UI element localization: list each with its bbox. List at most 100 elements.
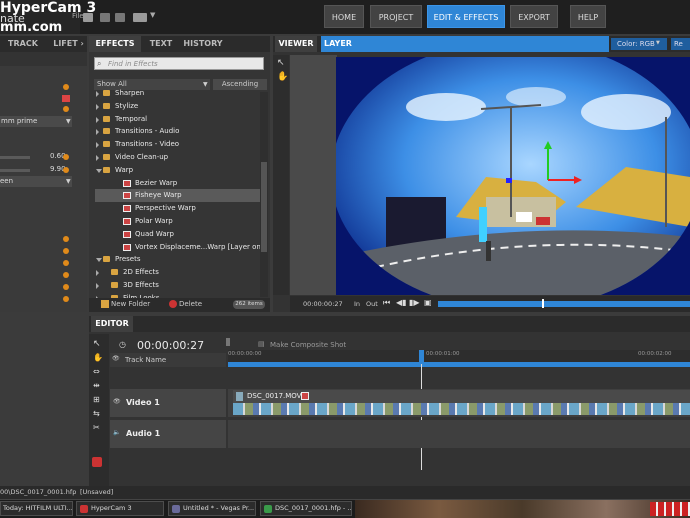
make-composite-button[interactable]: Make Composite Shot (270, 341, 346, 349)
chevron-down-icon[interactable]: ▼ (66, 178, 71, 185)
expand-icon[interactable] (96, 270, 99, 277)
razor-tool-icon[interactable]: ✂ (93, 423, 100, 432)
tab-viewer[interactable]: VIEWER (275, 36, 317, 52)
tab-editor[interactable]: EDITOR (91, 316, 133, 332)
effect-list-item[interactable]: Perspective Warp (95, 202, 260, 215)
new-folder-button[interactable]: New Folder (111, 300, 150, 308)
expand-icon[interactable] (96, 91, 99, 97)
step-back-icon[interactable]: ◀▮ (396, 298, 407, 307)
tab-text[interactable]: TEXT (143, 36, 179, 52)
taskbar-item[interactable]: DSC_0017_0001.hfp - ... (260, 501, 352, 516)
redo-icon[interactable] (115, 13, 125, 22)
expand-icon[interactable] (96, 155, 99, 161)
nav-help[interactable]: HELP (570, 5, 606, 28)
keyframe-icon[interactable] (63, 236, 69, 242)
chevron-down-icon[interactable]: ▼ (656, 40, 660, 46)
expand-icon[interactable] (96, 142, 99, 149)
video-clip-header[interactable]: DSC_0017.MOV (233, 390, 690, 403)
expand-icon[interactable] (96, 129, 99, 136)
resolution-select[interactable]: Re (671, 38, 690, 50)
layer-select[interactable]: mm prime (0, 116, 72, 127)
effect-list-item[interactable]: Temporal (95, 113, 260, 126)
effect-list-item[interactable]: Transitions - Video (95, 138, 260, 151)
marker-icon[interactable] (226, 338, 230, 346)
keyframe-icon[interactable] (63, 272, 69, 278)
eye-icon[interactable]: 👁 (113, 398, 121, 405)
file-menu[interactable]: File (72, 12, 84, 20)
composite-icon[interactable]: ▤ (258, 340, 265, 348)
video-frame[interactable] (336, 57, 690, 295)
keyframe-icon[interactable] (63, 296, 69, 302)
chevron-down-icon[interactable]: ▼ (150, 11, 155, 19)
nav-home[interactable]: HOME (324, 5, 364, 28)
workspace-icon[interactable] (133, 13, 147, 22)
effect-list-item[interactable]: Polar Warp (95, 215, 260, 228)
undo-icon[interactable] (100, 13, 110, 22)
effect-list-item[interactable]: Warp (95, 164, 260, 177)
loop-icon[interactable]: ▣ (424, 298, 432, 307)
delete-icon[interactable] (169, 300, 177, 308)
effect-list-item[interactable]: Presets (95, 253, 260, 266)
effect-list-item[interactable]: Vortex Displaceme...Warp [Layer only] (95, 241, 260, 254)
viewer-scrubber[interactable] (438, 301, 690, 307)
hand-tool-icon[interactable]: ✋ (93, 353, 103, 362)
select-tool-icon[interactable]: ↖ (93, 339, 101, 349)
effect-list-item[interactable]: 2D Effects (95, 266, 260, 279)
taskbar-item[interactable]: Untitled * - Vegas Pr... (168, 501, 256, 516)
nav-project[interactable]: PROJECT (370, 5, 422, 28)
gizmo-handle[interactable] (506, 178, 512, 183)
new-folder-icon[interactable] (101, 300, 109, 308)
expand-icon[interactable] (96, 116, 99, 123)
effect-list-item[interactable]: Bezier Warp (95, 177, 260, 190)
slider-track[interactable] (0, 169, 30, 172)
step-forward-icon[interactable]: ▮▶ (409, 298, 420, 307)
tab-history[interactable]: HISTORY (181, 36, 225, 52)
keyframe-icon[interactable] (63, 248, 69, 254)
effects-scrollbar[interactable] (260, 92, 268, 297)
work-area-bar[interactable] (228, 362, 690, 367)
tray-icons[interactable] (650, 502, 690, 516)
slider-track[interactable] (0, 156, 30, 159)
effect-list-item[interactable]: 3D Effects (95, 279, 260, 292)
in-point-button[interactable]: In (354, 300, 360, 308)
speaker-icon[interactable]: 🔈 (113, 429, 120, 436)
chevron-down-icon[interactable]: ▼ (66, 118, 71, 125)
taskbar-item[interactable]: Today: HITFILM ULTI... (0, 501, 73, 516)
effect-list-item[interactable]: Quad Warp (95, 228, 260, 241)
collapse-icon[interactable] (96, 258, 102, 263)
effects-search[interactable]: ⌕ Find in Effects (94, 57, 264, 70)
keyframe-icon[interactable] (63, 106, 69, 112)
delete-button[interactable]: Delete (179, 300, 202, 308)
nav-edit-effects[interactable]: EDIT & EFFECTS (427, 5, 505, 28)
tab-track[interactable]: TRACK (0, 36, 46, 52)
playhead-handle[interactable] (419, 350, 424, 364)
go-start-icon[interactable]: ⏮ (383, 298, 390, 308)
ripple-tool-icon[interactable]: ⇹ (93, 381, 100, 390)
effect-list-item[interactable]: Fisheye Warp (95, 189, 260, 203)
slip-tool-icon[interactable]: ⇔ (93, 367, 100, 376)
save-icon[interactable] (83, 13, 93, 22)
effect-list-item[interactable]: Transitions - Audio (95, 125, 260, 138)
effect-list-item[interactable]: Sharpen (95, 88, 260, 100)
nav-export[interactable]: EXPORT (510, 5, 558, 28)
tab-layer[interactable]: LAYER (321, 36, 355, 52)
rate-tool-icon[interactable]: ⇆ (93, 409, 100, 418)
eye-icon[interactable]: 👁 (112, 355, 120, 362)
hand-tool-icon[interactable]: ✋ (277, 72, 288, 82)
effect-list-item[interactable]: Stylize (95, 100, 260, 113)
taskbar-item[interactable]: HyperCam 3 (76, 501, 164, 516)
keyframe-icon[interactable] (63, 154, 69, 160)
color-select[interactable]: een (0, 176, 72, 187)
video-clip-thumbnails[interactable] (233, 403, 690, 415)
keyframe-icon[interactable] (63, 167, 69, 173)
keyframe-icon[interactable] (63, 84, 69, 90)
collapse-icon[interactable] (96, 168, 102, 173)
effect-list-item[interactable]: Video Clean-up (95, 151, 260, 164)
keyframe-icon[interactable] (63, 284, 69, 290)
chevron-down-icon[interactable]: ▼ (203, 81, 208, 88)
scrollbar-thumb[interactable] (261, 162, 267, 252)
out-point-button[interactable]: Out (366, 300, 378, 308)
visibility-icon[interactable] (62, 95, 70, 102)
select-tool-icon[interactable]: ↖ (277, 58, 285, 68)
roll-tool-icon[interactable]: ⊞ (93, 395, 100, 404)
